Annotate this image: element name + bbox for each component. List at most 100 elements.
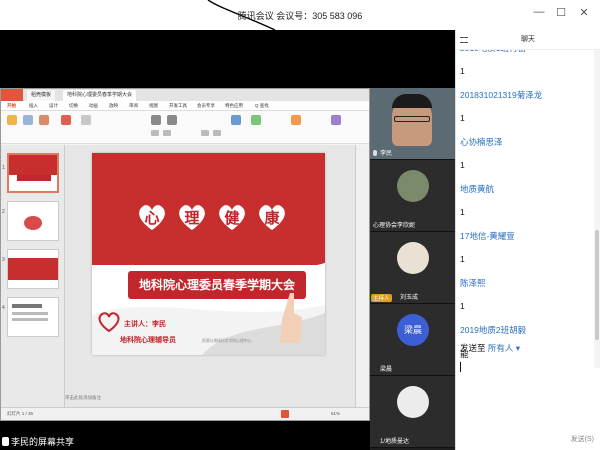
participant-video[interactable]: 1/地质曼达 xyxy=(370,376,455,448)
send-button[interactable]: 发送(S) xyxy=(571,434,594,444)
new-slide-icon[interactable] xyxy=(61,115,71,125)
slide-notes[interactable]: 单击此处添加备注 xyxy=(65,395,101,401)
chat-message-text: 1 xyxy=(460,253,465,264)
bold-icon[interactable] xyxy=(151,115,161,125)
format-painter-icon[interactable] xyxy=(39,115,49,125)
hand-illustration xyxy=(280,293,302,343)
chat-sender-name: 心协楠思泽 xyxy=(460,137,503,147)
slide-title-char: 康 xyxy=(264,210,280,227)
slide-thumbnail-pane: 1 2 3 4 xyxy=(1,145,65,409)
menu-home[interactable]: 开始 xyxy=(7,103,16,109)
menu-member[interactable]: 会员专享 xyxy=(197,103,215,109)
slide-canvas[interactable]: 心 理 健 康 地科院心理委员春季学期大会 主讲人：李民 地科院心理辅导员 资源… xyxy=(65,145,357,409)
chat-sender-name: 2019地质2班胡毅 xyxy=(460,325,527,335)
slide-title-char: 心 xyxy=(144,210,160,227)
find-icon[interactable] xyxy=(331,115,341,125)
slide-thumbnail-4[interactable] xyxy=(7,297,59,337)
align-center-icon[interactable] xyxy=(213,130,221,136)
meeting-window: 腾讯会议 会议号：305 583 096 — ☐ ✕ 稻壳模板 地科院心理委员春… xyxy=(0,0,600,450)
avatar xyxy=(397,386,429,418)
font-color-icon[interactable] xyxy=(151,130,159,136)
underline-icon[interactable] xyxy=(163,130,171,136)
menu-insert[interactable]: 插入 xyxy=(29,103,38,109)
participant-video[interactable]: 李民 xyxy=(370,88,455,160)
menu-review[interactable]: 审阅 xyxy=(129,103,138,109)
wps-status-bar: 幻灯片 1 / 35 61% xyxy=(1,407,369,420)
zoom-level[interactable]: 61% xyxy=(331,411,340,416)
chat-scrollbar[interactable] xyxy=(594,50,600,368)
layout-icon[interactable] xyxy=(81,115,91,125)
meeting-title: 腾讯会议 会议号：305 583 096 xyxy=(237,11,363,21)
slide-thumbnail-1[interactable] xyxy=(7,153,59,193)
wps-ribbon xyxy=(1,111,369,144)
maximize-button[interactable]: ☐ xyxy=(553,6,569,19)
slide-number: 3 xyxy=(2,257,5,263)
menu-icon[interactable] xyxy=(460,37,468,43)
chat-message-text: 1 xyxy=(460,300,465,311)
slide-number: 2 xyxy=(2,209,5,215)
chat-scroll-thumb[interactable] xyxy=(595,230,599,340)
title-bar: 腾讯会议 会议号：305 583 096 — ☐ ✕ xyxy=(0,0,600,30)
menu-developer[interactable]: 开发工具 xyxy=(169,103,187,109)
chat-message-list[interactable]: 2019地质1班肖苗 1 201831021319菊泽龙 1 心协楠思泽 1 地质黄航 1 17… xyxy=(460,50,592,360)
chat-header: 聊天 xyxy=(456,30,600,50)
wps-tab-bar: 稻壳模板 地科院心理委员春季学期大会 xyxy=(1,89,369,101)
shared-screen: 稻壳模板 地科院心理委员春季学期大会 开始 插入 设计 切换 动画 放映 审阅 … xyxy=(0,30,455,450)
chat-title: 聊天 xyxy=(521,36,535,43)
italic-icon[interactable] xyxy=(167,115,177,125)
participant-video[interactable]: 梁晨 梁晨 xyxy=(370,304,455,376)
cut-icon[interactable] xyxy=(23,115,33,125)
wps-tab-template[interactable]: 稻壳模板 xyxy=(27,90,56,101)
participant-list: 李民 心理协会李欣妮 主持人 刘玉成 梁晨 梁晨 1/地质曼达 xyxy=(370,88,455,450)
slide-number: 1 xyxy=(2,165,5,171)
participant-name: 1/地质曼达 xyxy=(380,439,410,445)
send-to-target[interactable]: 所有人 xyxy=(488,343,514,353)
slide-red-band xyxy=(92,153,325,265)
mic-icon xyxy=(373,150,377,156)
slide-counter: 幻灯片 1 / 35 xyxy=(7,411,34,416)
slide-thumbnail-3[interactable] xyxy=(7,249,59,289)
slide-speaker: 主讲人：李民 xyxy=(124,321,166,328)
participant-video[interactable]: 主持人 刘玉成 xyxy=(370,232,455,304)
participant-name: 心理协会李欣妮 xyxy=(373,223,416,229)
slide-scrollbar[interactable] xyxy=(355,145,369,409)
avatar: 梁晨 xyxy=(397,314,429,346)
wps-menu-button[interactable] xyxy=(1,89,23,101)
heart-logo-icon xyxy=(98,312,120,333)
slide-thumbnail-2[interactable] xyxy=(7,201,59,241)
avatar xyxy=(397,170,429,202)
minimize-button[interactable]: — xyxy=(531,6,547,18)
participant-video[interactable]: 心理协会李欣妮 xyxy=(370,160,455,232)
shape-icon[interactable] xyxy=(251,115,261,125)
wps-menu-bar: 开始 插入 设计 切换 动画 放映 审阅 视图 开发工具 会员专享 特色应用 Q… xyxy=(1,101,369,111)
slide-organization: 资源与地球科学学院心理中心 xyxy=(202,339,252,343)
slide-number: 4 xyxy=(2,305,5,311)
participant-name: 梁晨 xyxy=(380,367,393,373)
chat-sender-name: 201831021319菊泽龙 xyxy=(460,90,543,100)
menu-view[interactable]: 视图 xyxy=(149,103,158,109)
menu-search[interactable]: Q 查找 xyxy=(255,103,269,109)
close-button[interactable]: ✕ xyxy=(576,6,592,19)
arrange-icon[interactable] xyxy=(291,115,301,125)
textbox-icon[interactable] xyxy=(231,115,241,125)
play-slideshow-icon[interactable] xyxy=(281,410,289,418)
chat-sender-name: 17地信-黄耀萱 xyxy=(460,231,515,241)
chat-input[interactable] xyxy=(460,358,594,432)
wps-tab-document[interactable]: 地科院心理委员春季学期大会 xyxy=(63,90,137,101)
align-left-icon[interactable] xyxy=(201,130,209,136)
share-icon xyxy=(2,437,9,446)
slide-title-char: 理 xyxy=(184,210,200,227)
slide-title-char: 健 xyxy=(224,210,240,227)
menu-transition[interactable]: 切换 xyxy=(69,103,78,109)
menu-design[interactable]: 设计 xyxy=(49,103,58,109)
chat-panel: 聊天 2019地质1班肖苗 1 201831021319菊泽龙 1 心协楠思泽 1 地质黄航… xyxy=(455,30,600,450)
paste-icon[interactable] xyxy=(7,115,17,125)
menu-animation[interactable]: 动画 xyxy=(89,103,98,109)
send-to-selector[interactable]: 发送至 所有人 ▾ xyxy=(460,342,520,354)
menu-features[interactable]: 特色应用 xyxy=(225,103,243,109)
current-slide[interactable]: 心 理 健 康 地科院心理委员春季学期大会 主讲人：李民 地科院心理辅导员 资源… xyxy=(92,153,325,355)
host-badge: 主持人 xyxy=(371,294,392,302)
chevron-down-icon[interactable]: ▾ xyxy=(516,343,520,353)
menu-slideshow[interactable]: 放映 xyxy=(109,103,118,109)
wps-presentation-window: 稻壳模板 地科院心理委员春季学期大会 开始 插入 设计 切换 动画 放映 审阅 … xyxy=(0,88,370,421)
